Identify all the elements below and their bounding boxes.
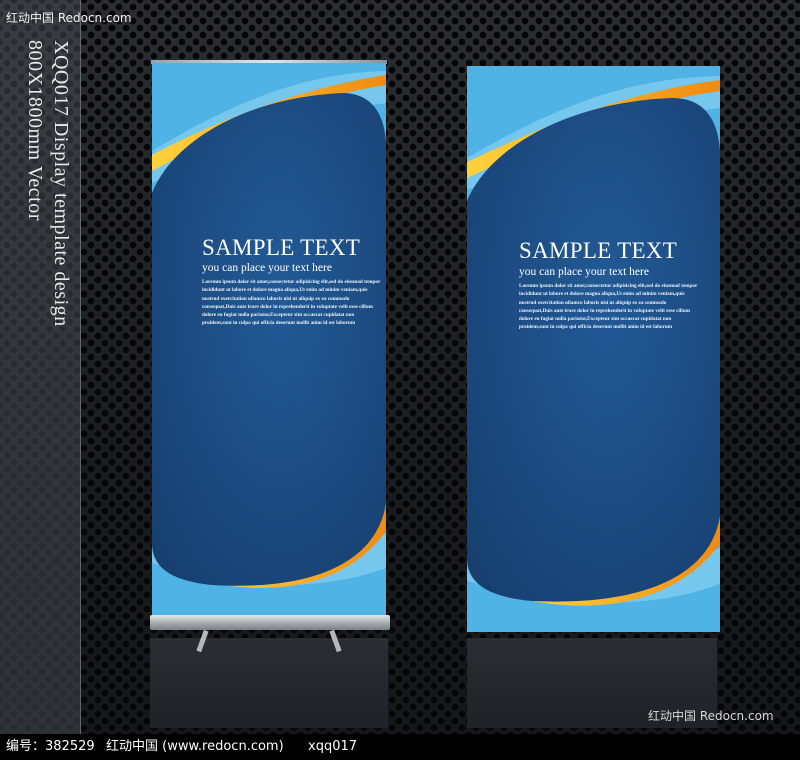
display-mockup-canvas: XQQ017 Display template design 800X1800m…: [0, 0, 800, 760]
watermark-top-left: 红动中国 Redocn.com: [6, 11, 132, 25]
banner-right: SAMPLE TEXT you can place your text here…: [467, 66, 720, 632]
watermark-bottom-right: 红动中国 Redocn.com: [648, 709, 774, 723]
banner-left-title: SAMPLE TEXT: [202, 235, 361, 260]
banner-right-artwork: [467, 66, 720, 632]
footer-code: xqq017: [308, 739, 358, 754]
banner-left-subtitle: you can place your text here: [202, 262, 332, 274]
footer-id: 编号：382529: [6, 739, 95, 754]
side-label-panel: XQQ017 Display template design 800X1800m…: [0, 0, 81, 734]
banner-left-body: Loremm ipsum dolor sit amet,consectetur …: [202, 279, 381, 327]
banner-left-artwork: [152, 63, 386, 616]
footer-site: 红动中国 (www.redocn.com): [106, 739, 284, 754]
pedestal-left: [150, 638, 388, 728]
banner-right-subtitle: you can place your text here: [519, 266, 649, 278]
banner-right-title: SAMPLE TEXT: [519, 238, 678, 263]
vertical-caption-line-2: 800X1800mm Vector: [24, 40, 46, 221]
banner-right-body: Loremm ipsum dolor sit amet,consectetur …: [519, 283, 698, 331]
vertical-caption-line-1: XQQ017 Display template design: [50, 40, 72, 327]
banner-left: SAMPLE TEXT you can place your text here…: [152, 63, 386, 616]
rollup-base-bar: [150, 615, 390, 630]
vertical-caption: XQQ017 Display template design 800X1800m…: [18, 40, 74, 400]
footer-bar: 编号：382529 红动中国 (www.redocn.com) xqq017: [0, 734, 800, 760]
